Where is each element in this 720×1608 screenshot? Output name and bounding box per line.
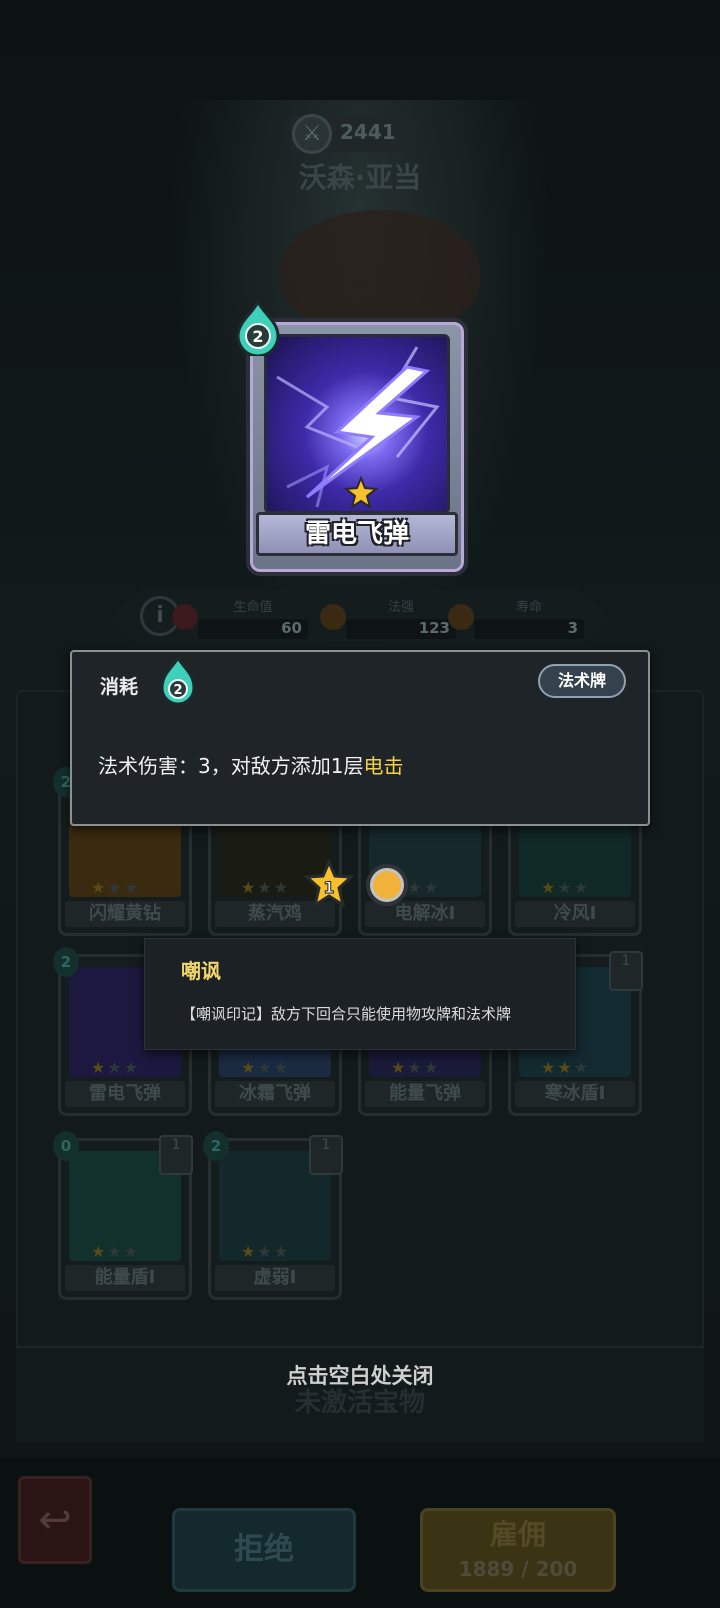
sword-icon: ⚔ xyxy=(292,114,332,154)
shock-keyword[interactable]: 电击 xyxy=(363,754,403,778)
stat-lifespan: 寿命 3 xyxy=(448,596,584,639)
close-hint[interactable]: 点击空白处关闭 xyxy=(0,1360,720,1390)
keyword-tooltip: 嘲讽 【嘲讽印记】敌方下回合只能使用物攻牌和法术牌 xyxy=(144,938,576,1050)
cost-icon: 2 xyxy=(203,1131,229,1161)
card-type-badge: 法术牌 xyxy=(538,664,626,698)
card-cost-value: 2 xyxy=(252,327,263,346)
keyword-description: 【嘲讽印记】敌方下回合只能使用物攻牌和法术牌 xyxy=(181,1005,512,1023)
hire-button[interactable]: 雇佣 1889 / 200 xyxy=(420,1508,616,1592)
deck-card-name: 冰霜飞弹 xyxy=(215,1081,335,1107)
cost-icon: 0 xyxy=(53,1131,79,1161)
stat-label: 法强 xyxy=(387,600,414,615)
mana-cost-icon: 2 xyxy=(236,300,280,356)
star-rating: ★★★ xyxy=(91,878,141,897)
back-arrow-icon: ↩ xyxy=(38,1497,72,1543)
hero-portrait xyxy=(280,210,480,330)
coin-icon xyxy=(366,864,408,906)
star-rating: ★★★ xyxy=(91,1058,141,1077)
deck-card-name: 能量飞弹 xyxy=(365,1081,485,1107)
mana-cost-icon: 2 xyxy=(160,656,196,706)
card-description: 法术伤害：3，对敌方添加1层电击 xyxy=(98,750,403,779)
staff-icon xyxy=(320,604,346,630)
deck-card[interactable]: 2 1 ★★★ 虚弱I xyxy=(203,1131,343,1300)
star-rating: ★★★ xyxy=(541,878,591,897)
star-level-icon: 1 xyxy=(304,860,354,908)
star-rating: ★★★ xyxy=(241,878,291,897)
star-rating: ★★★ xyxy=(541,1058,591,1077)
star-level-value: 1 xyxy=(323,878,334,897)
deck-card-name: 冷风I xyxy=(515,901,635,927)
star-icon xyxy=(344,476,378,510)
star-rating: ★★★ xyxy=(241,1242,291,1261)
stat-hp: 生命值 60 xyxy=(172,596,308,639)
stat-spell: 法强 123 xyxy=(320,596,456,639)
back-button[interactable]: ↩ xyxy=(18,1476,92,1564)
stack-count-icon: 1 xyxy=(609,951,643,991)
keyword-title: 嘲讽 xyxy=(181,959,221,983)
deck-card-name: 虚弱I xyxy=(215,1265,335,1291)
hero-name: 沃森·亚当 xyxy=(298,161,422,194)
stat-value: 60 xyxy=(198,619,308,639)
hire-price: 1889 / 200 xyxy=(458,1557,578,1581)
deck-card[interactable]: 0 1 ★★★ 能量盾I xyxy=(53,1131,193,1300)
stat-value: 3 xyxy=(474,619,584,639)
star-rating: ★★★ xyxy=(241,1058,291,1077)
stat-value: 123 xyxy=(346,619,456,639)
deck-card-name: 寒冰盾I xyxy=(515,1081,635,1107)
hire-label: 雇佣 xyxy=(489,1518,546,1551)
cost-label: 消耗 xyxy=(100,676,139,698)
focus-card[interactable]: 雷电飞弹 xyxy=(246,318,468,576)
focus-card-name: 雷电飞弹 xyxy=(256,512,458,556)
reject-button[interactable]: 拒绝 xyxy=(172,1508,356,1592)
tooltip-cost-value: 2 xyxy=(173,683,182,698)
hero-score: 2441 xyxy=(340,120,396,144)
deck-card-name: 能量盾I xyxy=(65,1265,185,1291)
cost-icon: 2 xyxy=(53,947,79,977)
star-rating: ★★★ xyxy=(391,1058,441,1077)
stat-label: 生命值 xyxy=(233,600,273,615)
stat-label: 寿命 xyxy=(515,600,542,615)
stack-count-icon: 1 xyxy=(159,1135,193,1175)
face-icon xyxy=(448,604,474,630)
description-text: 法术伤害：3，对敌方添加1层 xyxy=(98,754,364,778)
card-tooltip: 消耗 2 法术牌 法术伤害：3，对敌方添加1层电击 xyxy=(70,650,650,826)
deck-card-name: 闪耀黄钻 xyxy=(65,901,185,927)
star-rating: ★★★ xyxy=(91,1242,141,1261)
stack-count-icon: 1 xyxy=(309,1135,343,1175)
heart-icon xyxy=(172,604,198,630)
deck-card-name: 雷电飞弹 xyxy=(65,1081,185,1107)
